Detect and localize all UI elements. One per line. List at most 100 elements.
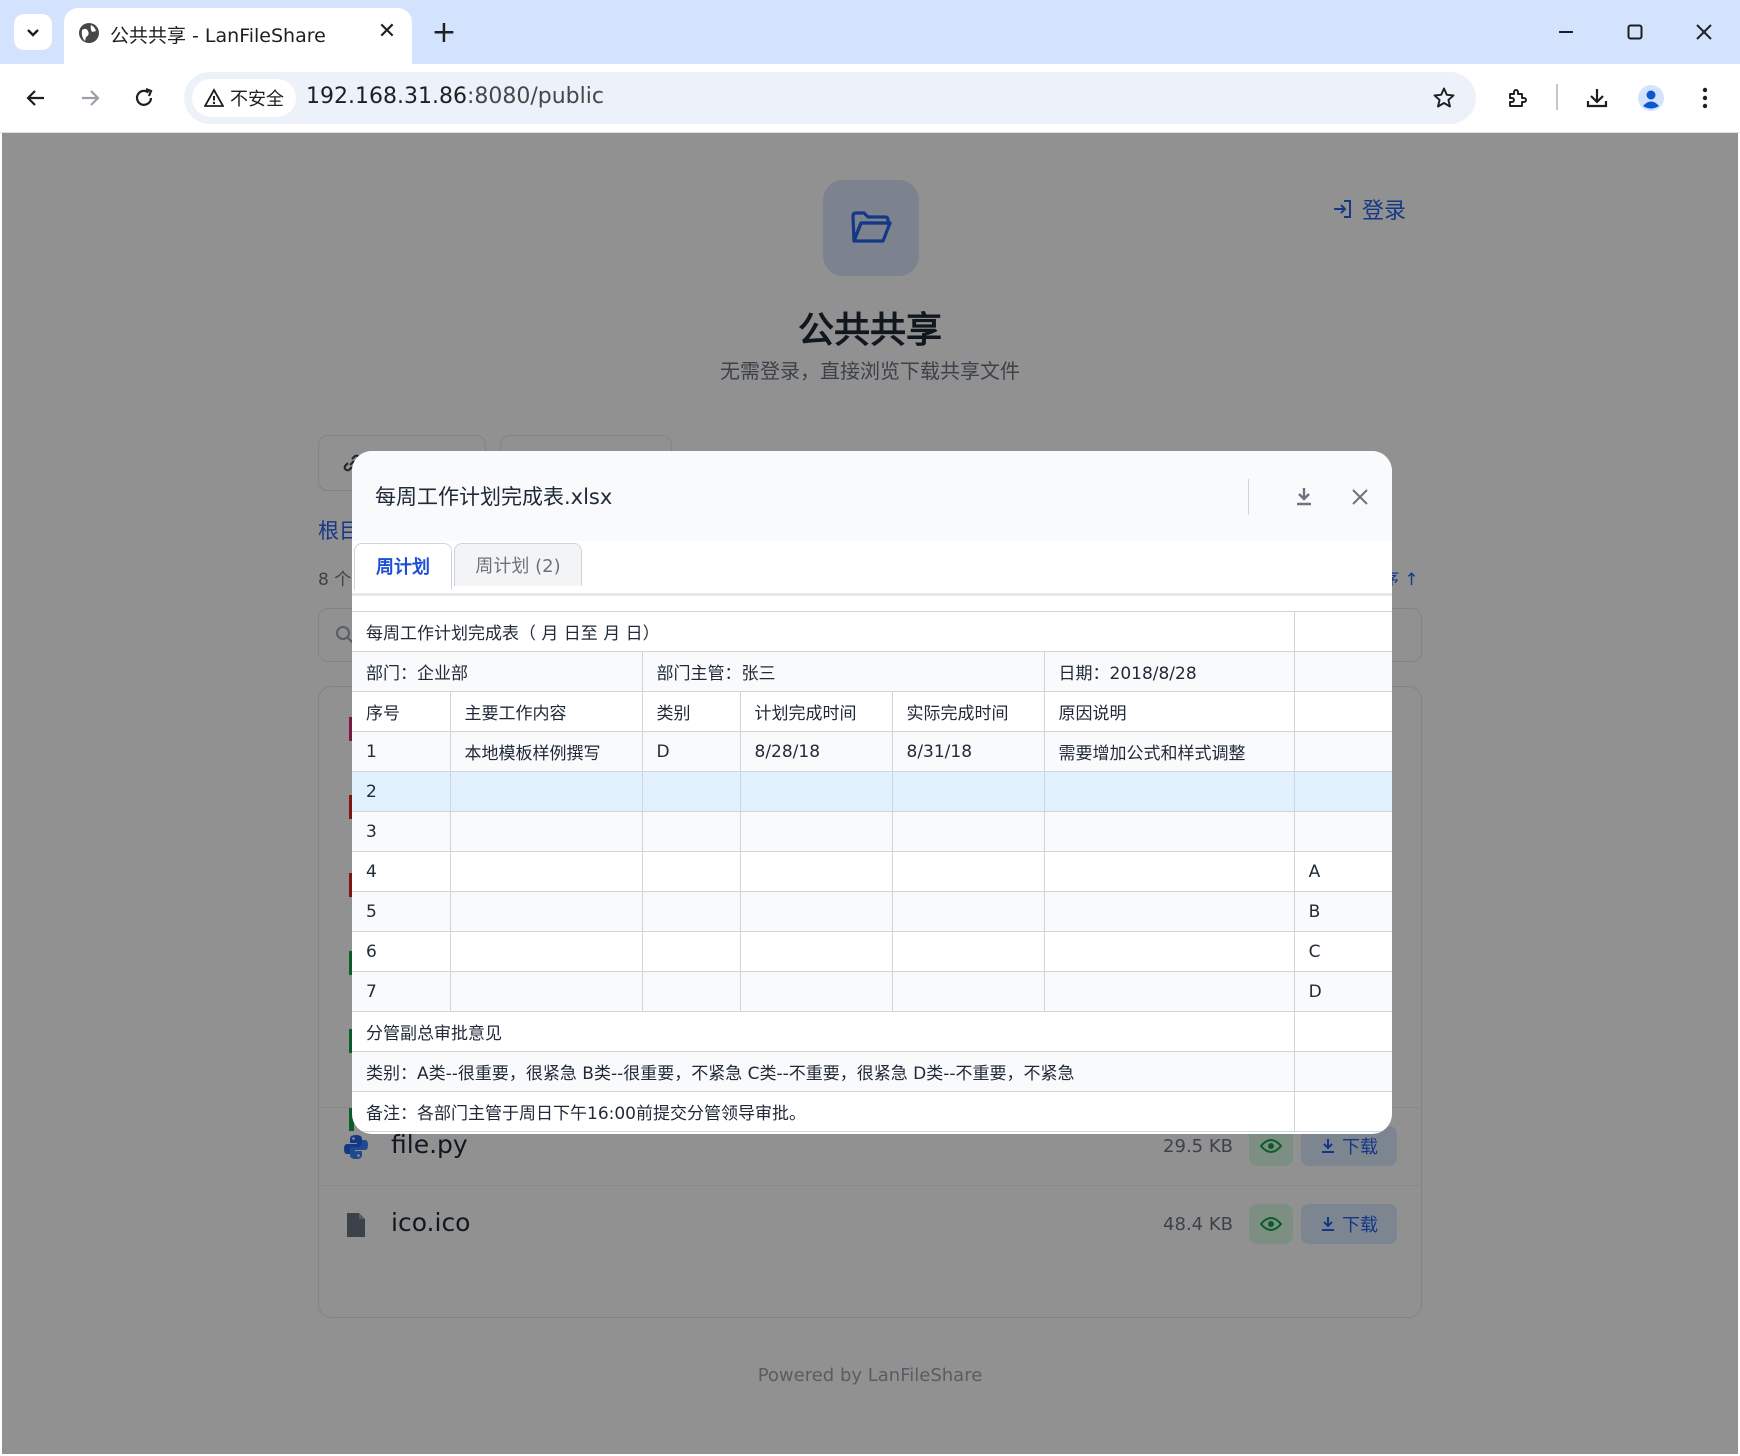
sheet-cell bbox=[891, 851, 1045, 892]
sheet-row: 每周工作计划完成表（ 月 日至 月 日） bbox=[352, 611, 1392, 652]
sheet-cell bbox=[449, 811, 643, 852]
tab-close-icon[interactable]: ✕ bbox=[374, 18, 400, 44]
sheet-cell bbox=[1043, 811, 1295, 852]
sheet-cell: 7 bbox=[352, 971, 451, 1012]
window-close-icon[interactable] bbox=[1684, 14, 1724, 50]
sheet-cell bbox=[739, 931, 893, 972]
sheet-cell bbox=[641, 771, 741, 812]
sheet-cell: 日期：2018/8/28 bbox=[1043, 651, 1295, 692]
sheet-row: 5B bbox=[352, 891, 1392, 932]
browser-toolbar: 不安全 192.168.31.86:8080/public bbox=[0, 64, 1740, 133]
sheet-cell: C bbox=[1293, 931, 1392, 972]
minimize-icon[interactable] bbox=[1546, 14, 1586, 50]
sheet-cell: 类别 bbox=[641, 691, 741, 732]
sheet-cell bbox=[641, 811, 741, 852]
sheet-row: 部门：企业部 部门主管：张三 日期：2018/8/28 bbox=[352, 651, 1392, 692]
security-chip[interactable]: 不安全 bbox=[192, 79, 296, 117]
sheet-cell: 序号 bbox=[352, 691, 451, 732]
sheet-cell bbox=[739, 811, 893, 852]
sheet-cell: 2 bbox=[352, 771, 451, 812]
sheet-tabs: 周计划 周计划 (2) bbox=[352, 541, 1392, 596]
sheet-cell: 8/28/18 bbox=[739, 731, 893, 772]
reload-button[interactable] bbox=[124, 78, 164, 118]
toolbar-separator bbox=[1556, 84, 1558, 110]
sheet-cell bbox=[641, 851, 741, 892]
sheet-cell: 主要工作内容 bbox=[449, 691, 643, 732]
modal-header: 每周工作计划完成表.xlsx bbox=[352, 451, 1392, 542]
downloads-icon[interactable] bbox=[1577, 78, 1617, 118]
sheet-cell bbox=[891, 891, 1045, 932]
browser-tab-bar: 公共共享 - LanFileShare ✕ + bbox=[0, 0, 1740, 64]
sheet-cell bbox=[1293, 1051, 1392, 1092]
sheet-cell: 3 bbox=[352, 811, 451, 852]
tab-title: 公共共享 - LanFileShare bbox=[110, 25, 326, 47]
sheet-cell: 每周工作计划完成表（ 月 日至 月 日） bbox=[352, 611, 1295, 652]
sheet-cell: 分管副总审批意见 bbox=[352, 1011, 1295, 1052]
menu-kebab-icon[interactable] bbox=[1685, 78, 1725, 118]
download-icon bbox=[1297, 488, 1311, 506]
back-button[interactable] bbox=[16, 78, 56, 118]
sheet-row: 分管副总审批意见 bbox=[352, 1011, 1392, 1052]
sheet-row: 4A bbox=[352, 851, 1392, 892]
spreadsheet-table: 每周工作计划完成表（ 月 日至 月 日） 部门：企业部 部门主管：张三 日期：2018… bbox=[352, 611, 1392, 1132]
sheet-tab-weekly-plan[interactable]: 周计划 bbox=[354, 543, 452, 591]
sheet-cell bbox=[891, 771, 1045, 812]
sheet-cell bbox=[1293, 691, 1392, 732]
sheet-cell bbox=[1293, 1091, 1392, 1132]
sheet-row: 1 本地模板样例撰写 D 8/28/18 8/31/18 需要增加公式和样式调整 bbox=[352, 731, 1392, 772]
tab-search-dropdown[interactable] bbox=[14, 14, 52, 50]
modal-download-button[interactable] bbox=[1286, 479, 1322, 515]
sheet-cell: 部门：企业部 bbox=[352, 651, 643, 692]
spreadsheet-preview: 每周工作计划完成表（ 月 日至 月 日） 部门：企业部 部门主管：张三 日期：2018… bbox=[352, 611, 1392, 1132]
sheet-tab-weekly-plan-2[interactable]: 周计划 (2) bbox=[454, 543, 582, 586]
sheet-cell: 原因说明 bbox=[1043, 691, 1295, 732]
maximize-icon[interactable] bbox=[1615, 14, 1655, 50]
address-bar[interactable]: 不安全 192.168.31.86:8080/public bbox=[184, 72, 1476, 124]
sheet-cell bbox=[1293, 1011, 1392, 1052]
sheet-cell: 5 bbox=[352, 891, 451, 932]
sheet-cell bbox=[1293, 811, 1392, 852]
sheet-cell bbox=[739, 771, 893, 812]
arrow-right-icon bbox=[82, 90, 100, 106]
bookmark-star-icon[interactable] bbox=[1426, 80, 1462, 116]
sheet-cell bbox=[891, 931, 1045, 972]
sheet-cell bbox=[449, 931, 643, 972]
modal-close-button[interactable] bbox=[1342, 479, 1378, 515]
sheet-cell bbox=[891, 811, 1045, 852]
sheet-row: 序号 主要工作内容 类别 计划完成时间 实际完成时间 原因说明 bbox=[352, 691, 1392, 732]
sheet-cell: D bbox=[1293, 971, 1392, 1012]
sheet-cell: 备注：各部门主管于周日下午16:00前提交分管领导审批。 bbox=[352, 1091, 1295, 1132]
sheet-cell: 6 bbox=[352, 931, 451, 972]
sheet-cell bbox=[739, 891, 893, 932]
sheet-row: 类别：A类--很重要，很紧急 B类--很重要，不紧急 C类--不重要，很紧急 D… bbox=[352, 1051, 1392, 1092]
sheet-cell bbox=[1293, 611, 1392, 652]
url-host: 192.168.31.86 bbox=[306, 84, 467, 109]
sheet-cell bbox=[1293, 771, 1392, 812]
sheet-cell bbox=[891, 971, 1045, 1012]
url-text[interactable]: 192.168.31.86:8080/public bbox=[306, 84, 604, 109]
file-preview-modal: 每周工作计划完成表.xlsx 周计划 周计划 (2) 每周工作计划完成表（ 月 … bbox=[352, 451, 1392, 1134]
new-tab-button[interactable]: + bbox=[426, 14, 462, 50]
sheet-cell: A bbox=[1293, 851, 1392, 892]
sheet-cell: 实际完成时间 bbox=[891, 691, 1045, 732]
sheet-cell: 8/31/18 bbox=[891, 731, 1045, 772]
sheet-cell bbox=[1293, 651, 1392, 692]
sheet-row: 2 bbox=[352, 771, 1392, 812]
browser-tab-active[interactable]: 公共共享 - LanFileShare ✕ bbox=[64, 8, 412, 64]
sheet-cell bbox=[1043, 851, 1295, 892]
page-viewport: 登录 公共共享 无需登录，直接浏览下载共享文件 根目 8 个 序 ↑ file.… bbox=[2, 133, 1738, 1454]
profile-avatar-icon[interactable] bbox=[1631, 78, 1671, 118]
forward-button[interactable] bbox=[70, 78, 110, 118]
reload-icon bbox=[135, 87, 153, 106]
sheet-cell bbox=[449, 891, 643, 932]
warning-triangle-icon bbox=[204, 88, 224, 107]
security-label: 不安全 bbox=[230, 89, 284, 110]
sheet-cell: 类别：A类--很重要，很紧急 B类--很重要，不紧急 C类--不重要，很紧急 D… bbox=[352, 1051, 1295, 1092]
sheet-row: 6C bbox=[352, 931, 1392, 972]
close-icon bbox=[1352, 489, 1368, 505]
extensions-puzzle-icon[interactable] bbox=[1498, 78, 1538, 118]
sheet-cell bbox=[739, 971, 893, 1012]
sheet-cell: 计划完成时间 bbox=[739, 691, 893, 732]
sheet-row: 备注：各部门主管于周日下午16:00前提交分管领导审批。 bbox=[352, 1091, 1392, 1132]
sheet-cell: 1 bbox=[352, 731, 451, 772]
